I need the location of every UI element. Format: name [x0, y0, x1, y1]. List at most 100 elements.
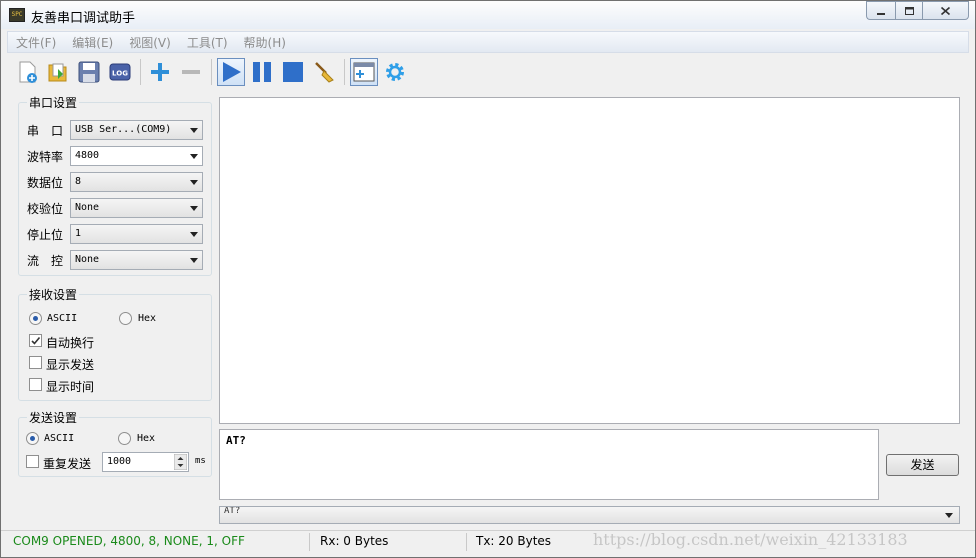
send-settings-title: 发送设置 [27, 409, 80, 426]
history-value: AT? [224, 506, 241, 516]
connection-status: COM9 OPENED, 4800, 8, NONE, 1, OFF [13, 534, 245, 548]
show-time-checkbox[interactable] [29, 378, 42, 391]
repeat-send-checkbox[interactable] [26, 455, 39, 468]
app-icon: SPC [9, 8, 25, 22]
send-input[interactable]: AT? [219, 429, 879, 500]
minimize-button[interactable] [866, 1, 895, 20]
send-ascii-label: ASCII [44, 433, 75, 444]
flow-value: None [75, 254, 100, 265]
restore-icon [904, 6, 914, 15]
pause-icon [253, 62, 271, 82]
checkmark-icon [31, 336, 41, 345]
log-button[interactable]: LOG [106, 58, 134, 86]
flow-select[interactable]: None [70, 250, 203, 270]
send-ascii-radio[interactable] [26, 432, 39, 445]
show-send-checkbox[interactable] [29, 356, 42, 369]
clear-button[interactable] [310, 58, 338, 86]
baud-select[interactable]: 4800 [70, 146, 203, 166]
chevron-down-icon [190, 258, 198, 263]
restore-button[interactable] [895, 1, 922, 20]
log-icon: LOG [109, 63, 131, 81]
serial-settings-title: 串口设置 [27, 94, 80, 111]
history-select[interactable]: AT? [219, 506, 960, 524]
menu-view[interactable]: 视图(V) [121, 34, 179, 51]
spinner-icon[interactable] [174, 454, 187, 470]
menu-tools[interactable]: 工具(T) [179, 34, 236, 51]
tx-count: Tx: 20 Bytes [476, 534, 552, 548]
svg-text:LOG: LOG [112, 70, 128, 78]
send-settings-group: 发送设置 ASCII Hex 重复发送 1000 ms [18, 409, 212, 477]
databits-select[interactable]: 8 [70, 172, 203, 192]
close-button[interactable] [922, 1, 969, 20]
port-select[interactable]: USB Ser...(COM9) [70, 120, 203, 140]
play-icon [223, 62, 241, 82]
interval-input[interactable]: 1000 [102, 452, 189, 472]
receive-hex-radio[interactable] [119, 312, 132, 325]
interval-value: 1000 [107, 456, 132, 467]
window-controls [866, 1, 969, 21]
receive-display[interactable] [219, 97, 960, 424]
baud-value: 4800 [75, 150, 100, 161]
send-button[interactable]: 发送 [886, 454, 959, 476]
plus-icon [151, 63, 169, 81]
receive-hex-label: Hex [138, 313, 157, 324]
receive-settings-title: 接收设置 [27, 286, 80, 303]
chevron-down-icon [945, 513, 953, 518]
open-button[interactable] [44, 58, 72, 86]
baud-label: 波特率 [27, 150, 64, 164]
auto-wrap-label: 自动换行 [46, 336, 95, 350]
new-window-button[interactable] [350, 58, 378, 86]
show-time-label: 显示时间 [46, 380, 95, 394]
settings-button[interactable] [381, 58, 409, 86]
interval-unit: ms [195, 456, 206, 466]
minus-icon [182, 70, 200, 74]
receive-settings-group: 接收设置 ASCII Hex 自动换行 显示发送 显示时间 [18, 286, 212, 401]
serial-settings-group: 串口设置 串 口 USB Ser...(COM9) 波特率 4800 数据位 8… [18, 94, 212, 276]
parity-label: 校验位 [27, 202, 64, 216]
broom-icon [315, 62, 334, 83]
port-label: 串 口 [27, 124, 64, 138]
new-button[interactable] [13, 58, 41, 86]
send-hex-radio[interactable] [118, 432, 131, 445]
app-window: SPC 友善串口调试助手 文件(F) 编辑(E) 视图(V) 工具(T) 帮助(… [0, 0, 976, 558]
send-hex-label: Hex [137, 433, 156, 444]
chevron-down-icon [190, 154, 198, 159]
start-button[interactable] [217, 58, 245, 86]
chevron-down-icon [190, 180, 198, 185]
menu-bar: 文件(F) 编辑(E) 视图(V) 工具(T) 帮助(H) [7, 31, 969, 53]
rx-count: Rx: 0 Bytes [320, 534, 389, 548]
stopbits-select[interactable]: 1 [70, 224, 203, 244]
toolbar-separator [211, 59, 212, 85]
remove-button[interactable] [177, 58, 205, 86]
status-divider [309, 533, 310, 551]
minimize-icon [877, 12, 885, 15]
new-file-icon [19, 61, 37, 83]
stop-button[interactable] [279, 58, 307, 86]
watermark: https://blog.csdn.net/weixin_42133183 [593, 530, 908, 549]
menu-file[interactable]: 文件(F) [8, 34, 64, 51]
auto-wrap-checkbox[interactable] [29, 334, 42, 347]
menu-edit[interactable]: 编辑(E) [64, 34, 121, 51]
databits-label: 数据位 [27, 176, 64, 190]
title-bar[interactable]: SPC 友善串口调试助手 [1, 1, 975, 29]
parity-value: None [75, 202, 100, 213]
databits-value: 8 [75, 176, 82, 187]
save-button[interactable] [75, 58, 103, 86]
receive-ascii-radio[interactable] [29, 312, 42, 325]
chevron-down-icon [190, 128, 198, 133]
toolbar: LOG [7, 55, 969, 89]
save-icon [78, 61, 100, 83]
window-plus-icon [353, 62, 375, 82]
pause-button[interactable] [248, 58, 276, 86]
add-button[interactable] [146, 58, 174, 86]
repeat-send-label: 重复发送 [43, 457, 92, 471]
toolbar-separator [140, 59, 141, 85]
parity-select[interactable]: None [70, 198, 203, 218]
menu-help[interactable]: 帮助(H) [236, 34, 294, 51]
flow-label: 流 控 [27, 254, 64, 268]
gear-icon [386, 63, 404, 81]
close-icon [940, 6, 951, 15]
receive-ascii-label: ASCII [47, 313, 78, 324]
stop-icon [283, 62, 303, 82]
show-send-label: 显示发送 [46, 358, 95, 372]
